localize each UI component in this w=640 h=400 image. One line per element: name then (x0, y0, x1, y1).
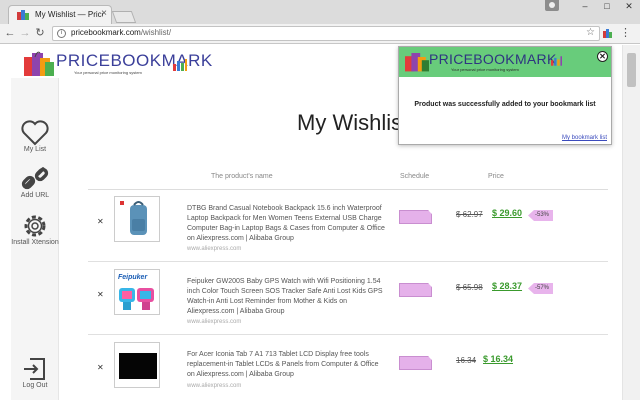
heart-icon (21, 120, 49, 146)
column-header-schedule: Schedule (400, 173, 430, 180)
product-image-backpack[interactable] (114, 196, 160, 242)
new-price[interactable]: $ 28.37 (492, 281, 522, 291)
gear-icon (24, 215, 46, 237)
sidebar-item-log-out[interactable]: Log Out (11, 356, 59, 389)
product-description[interactable]: DTBG Brand Casual Notebook Backpack 15.6… (187, 204, 385, 244)
reload-icon[interactable]: ↻ (34, 27, 46, 39)
discount-badge: -53% (528, 210, 554, 221)
page-scrollbar[interactable] (622, 45, 640, 400)
scrollbar-thumb[interactable] (627, 53, 636, 87)
sidebar-item-install-xtension[interactable]: Install Xtension (11, 213, 59, 246)
old-price: $ 62.97 (456, 210, 483, 219)
info-icon[interactable]: i (57, 29, 66, 38)
logo-text: PRICEBOOKMARK (56, 51, 213, 70)
lcd-panel-image (115, 343, 159, 387)
tab-title: My Wishlist — Pricebo (35, 10, 103, 19)
popup-header: PRICEBOOKMARK Your personal price monito… (399, 47, 611, 77)
minimize-button[interactable]: – (574, 0, 596, 14)
forward-icon[interactable]: → (19, 27, 31, 39)
price-bars-icon (551, 56, 562, 66)
tab-close-icon[interactable]: × (101, 8, 107, 19)
close-icon[interactable]: ✕ (597, 51, 608, 62)
back-icon[interactable]: ← (4, 27, 16, 39)
product-description[interactable]: Feipuker GW200S Baby GPS Watch with Wifi… (187, 277, 385, 317)
sidebar-item-label: Add URL (20, 192, 50, 199)
sidebar-item-label: Log Out (22, 382, 48, 389)
logo-tagline: Your personal price monitoring system (74, 70, 142, 75)
logout-icon (24, 358, 45, 380)
old-price: 16.34 (456, 356, 477, 365)
product-image-lcd[interactable] (114, 342, 160, 388)
column-header-price: Price (488, 173, 504, 180)
schedule-indicator[interactable] (399, 210, 432, 224)
product-site: www.aliexpress.com (187, 319, 242, 325)
old-price: $ 65.98 (456, 283, 483, 292)
backpack-image (120, 201, 147, 235)
url-text: pricebookmark.com/wishlist/ (71, 28, 172, 37)
browser-menu-icon[interactable]: ⋮ (620, 27, 631, 39)
shopping-bags-icon (405, 53, 429, 72)
product-description[interactable]: For Acer Iconia Tab 7 A1 713 Tablet LCD … (187, 350, 385, 380)
column-header-product: The product's name (211, 173, 273, 180)
popup-logo-text: PRICEBOOKMARK (429, 51, 557, 67)
table-row: ✕ For Acer Iconia Tab 7 A1 713 Tablet LC… (88, 336, 608, 400)
remove-item-icon[interactable]: ✕ (97, 217, 104, 226)
popup-message: Product was successfully added to your b… (414, 101, 596, 108)
maximize-button[interactable]: □ (596, 0, 618, 14)
discount-badge: -57% (528, 283, 554, 294)
remove-item-icon[interactable]: ✕ (97, 363, 104, 372)
profile-icon[interactable] (545, 0, 559, 11)
bookmark-star-icon[interactable]: ☆ (586, 27, 595, 38)
sidebar-item-add-url[interactable]: Add URL (11, 166, 59, 199)
close-window-button[interactable]: ✕ (618, 0, 640, 14)
extension-popup: PRICEBOOKMARK Your personal price monito… (398, 46, 612, 145)
window-controls: – □ ✕ (574, 0, 640, 14)
sidebar-item-label: Install Xtension (11, 239, 59, 246)
address-bar[interactable]: i pricebookmark.com/wishlist/ ☆ (52, 26, 600, 41)
sidebar-item-my-list[interactable]: My List (11, 120, 59, 153)
price-bars-icon (173, 59, 187, 71)
popup-tagline: Your personal price monitoring system (451, 67, 519, 72)
product-site: www.aliexpress.com (187, 246, 242, 252)
browser-tabstrip: My Wishlist — Pricebo × – □ ✕ (0, 0, 640, 24)
link-icon (21, 167, 49, 190)
svg-text:Feipuker: Feipuker (118, 274, 148, 281)
gps-watch-image: Feipuker (118, 274, 154, 310)
new-price[interactable]: $ 29.60 (492, 208, 522, 218)
page-title: My Wishlist (297, 110, 409, 135)
product-site: www.aliexpress.com (187, 383, 242, 389)
sidebar-item-label: My List (23, 146, 47, 153)
table-row: ✕ DTBG Brand Casual Notebook Backpack 15… (88, 190, 608, 262)
my-bookmark-list-link[interactable]: My bookmark list (562, 135, 607, 141)
table-row: ✕ Feipuker Feipuker GW200S Baby GPS Watc… (88, 263, 608, 335)
new-tab-button[interactable] (111, 11, 137, 23)
shopping-bags-icon (24, 51, 54, 76)
remove-item-icon[interactable]: ✕ (97, 290, 104, 299)
product-image-watch[interactable]: Feipuker (114, 269, 160, 315)
sidebar: My List Add URL Install Xtension Log Out (11, 78, 59, 400)
browser-toolbar: ← → ↻ i pricebookmark.com/wishlist/ ☆ ⋮ (0, 24, 640, 44)
table-header: The product's name Schedule Price (88, 173, 608, 185)
bags-favicon-icon (17, 10, 29, 20)
schedule-indicator[interactable] (399, 356, 432, 370)
pricebookmark-extension-icon[interactable] (603, 29, 614, 38)
new-price[interactable]: $ 16.34 (483, 354, 513, 364)
browser-tab[interactable]: My Wishlist — Pricebo × (8, 5, 112, 24)
schedule-indicator[interactable] (399, 283, 432, 297)
